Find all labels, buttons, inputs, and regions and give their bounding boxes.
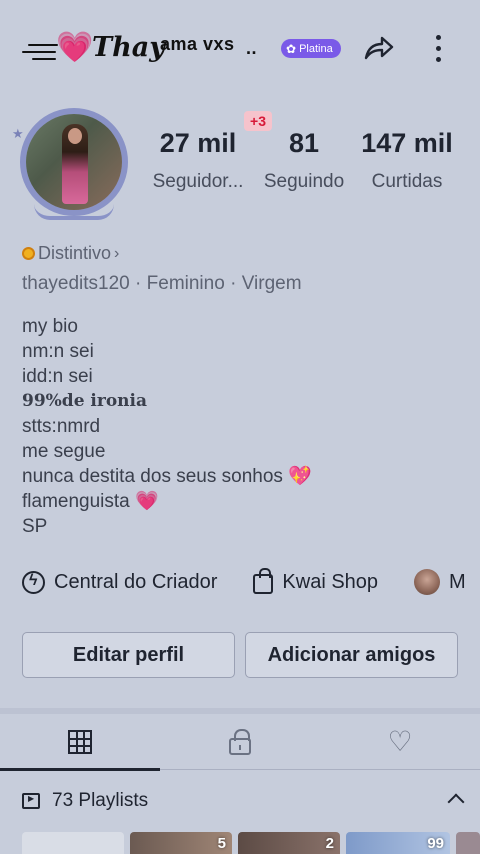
star-icon: ★	[12, 126, 24, 141]
avatar-laurel-decoration	[34, 204, 114, 220]
creator-center-link[interactable]: Central do Criador	[22, 570, 218, 594]
playlist-icon	[22, 793, 40, 809]
tab-videos[interactable]	[0, 714, 160, 771]
bio-line: nunca destita dos seus sonhos 💖	[22, 466, 312, 487]
chevron-right-icon: ›	[114, 244, 120, 262]
kwai-shop-label: Kwai Shop	[282, 570, 379, 593]
likes-count: 147 mil	[361, 128, 453, 158]
bio-line: flamenguista 💗	[22, 491, 159, 512]
playlist-thumbnail[interactable]	[456, 832, 480, 854]
bio-line: nm:n sei	[22, 341, 94, 362]
grid-icon	[68, 730, 92, 754]
bio-line: SP	[22, 516, 48, 537]
playlists-header[interactable]: 73 Playlists	[22, 786, 465, 816]
stat-likes[interactable]: 147 mil Curtidas	[352, 128, 462, 193]
playlist-count: 5	[217, 835, 226, 852]
mini-avatar	[414, 569, 441, 595]
display-name-ellipsis: ..	[246, 38, 258, 58]
profile-header: 💗 Thay ama vxs .. ✿ Platina	[0, 0, 480, 100]
bio: my bio nm:n sei idd:n sei 99%de ironia s…	[22, 314, 462, 539]
likes-label: Curtidas	[371, 171, 443, 192]
display-name-text: ama vxs	[160, 34, 235, 54]
playlists-label: 73 Playlists	[52, 790, 149, 811]
content-tabs: ♡	[0, 714, 480, 771]
badge-medal-icon	[22, 247, 35, 260]
bio-line: me segue	[22, 441, 106, 462]
lightning-icon	[22, 570, 45, 594]
share-icon[interactable]	[360, 30, 396, 66]
kwai-shop-link[interactable]: Kwai Shop	[253, 568, 379, 594]
heart-icon: 💗	[56, 31, 94, 64]
third-link[interactable]: M	[414, 569, 466, 595]
playlist-count: 2	[325, 835, 334, 852]
gender: Feminino	[146, 273, 225, 294]
creator-links-row: Central do Criador Kwai Shop M	[22, 566, 480, 598]
more-options-icon[interactable]	[428, 30, 448, 66]
zodiac-sign: Virgem	[241, 273, 302, 294]
bio-line: 99%de ironia	[22, 391, 148, 411]
followers-label: Seguidor...	[152, 171, 244, 192]
stat-followers[interactable]: 27 mil Seguidor...	[146, 128, 250, 193]
meta-separator: ·	[230, 273, 237, 294]
playlist-thumbnail[interactable]: 5	[130, 832, 232, 854]
creator-center-label: Central do Criador	[54, 570, 218, 593]
tab-liked[interactable]: ♡	[320, 714, 480, 770]
platina-badge[interactable]: ✿ Platina	[281, 39, 341, 58]
bio-line: idd:n sei	[22, 366, 93, 387]
lock-icon	[229, 728, 251, 755]
following-count: 81	[288, 128, 320, 158]
bio-line: my bio	[22, 316, 78, 337]
distintivo-link[interactable]: Distintivo ›	[22, 243, 119, 264]
third-link-label: M	[449, 570, 466, 593]
chevron-up-icon[interactable]	[447, 793, 465, 811]
avatar-photo	[26, 114, 122, 210]
badge-flower-icon: ✿	[286, 41, 297, 56]
profile-meta: thayedits120 · Feminino · Virgem	[22, 273, 302, 295]
display-name-script: Thay	[92, 32, 165, 63]
bio-line: stts:nmrd	[22, 416, 101, 437]
heart-outline-icon: ♡	[387, 726, 413, 757]
playlist-thumbnail[interactable]: 99	[346, 832, 450, 854]
followers-count: 27 mil	[159, 128, 237, 158]
add-friends-button[interactable]: Adicionar amigos	[245, 632, 458, 678]
playlist-thumbnail[interactable]	[22, 832, 124, 854]
distintivo-label: Distintivo	[38, 243, 112, 263]
meta-separator: ·	[135, 273, 142, 294]
playlist-thumbnail[interactable]: 2	[238, 832, 340, 854]
edit-profile-button[interactable]: Editar perfil	[22, 632, 235, 678]
avatar[interactable]: ★	[12, 108, 134, 220]
stat-following[interactable]: 81 Seguindo	[256, 128, 352, 193]
username: thayedits120	[22, 273, 130, 294]
tab-private[interactable]	[160, 714, 320, 770]
platina-badge-label: Platina	[299, 42, 333, 55]
playlist-count: 99	[427, 835, 444, 852]
display-name: ama vxs ..	[160, 34, 257, 58]
shopping-bag-icon	[253, 568, 274, 594]
following-label: Seguindo	[263, 171, 345, 192]
